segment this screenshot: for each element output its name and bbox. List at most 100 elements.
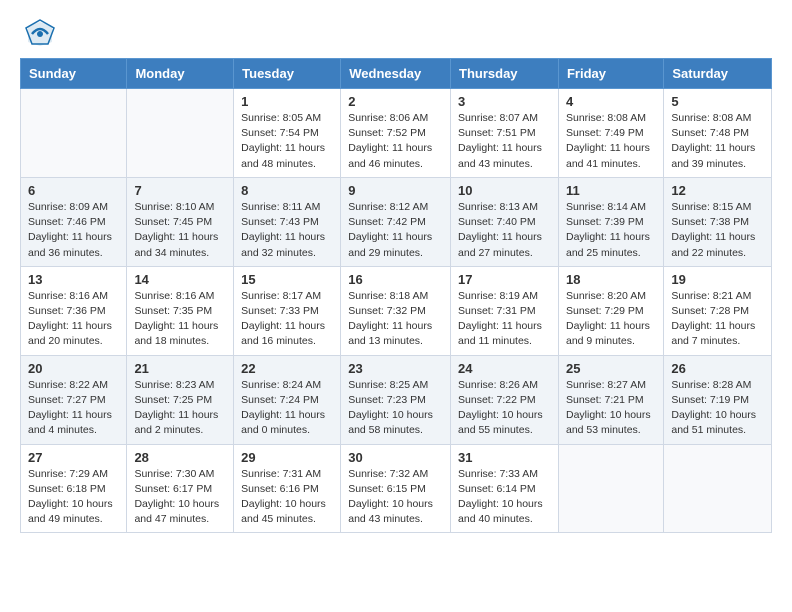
calendar-cell: 5 Sunrise: 8:08 AM Sunset: 7:48 PM Daylig… [664,89,772,178]
day-info: Sunrise: 7:32 AM Sunset: 6:15 PM Dayligh… [348,467,443,528]
calendar-cell: 28 Sunrise: 7:30 AM Sunset: 6:17 PM Dayli… [127,444,234,533]
day-number: 2 [348,94,443,109]
day-number: 25 [566,361,656,376]
calendar-cell: 6 Sunrise: 8:09 AM Sunset: 7:46 PM Daylig… [21,177,127,266]
calendar-cell: 26Sunrise: 8:28 AM Sunset: 7:19 PM Dayli… [664,355,772,444]
weekday-header-wednesday: Wednesday [341,59,451,89]
day-info: Sunrise: 8:25 AM Sunset: 7:23 PM Dayligh… [348,378,443,439]
day-number: 9 [348,183,443,198]
calendar-cell: 18Sunrise: 8:20 AM Sunset: 7:29 PM Dayli… [558,266,663,355]
day-number: 13 [28,272,119,287]
day-number: 21 [134,361,226,376]
calendar-week-row: 20 Sunrise: 8:22 AM Sunset: 7:27 PM Dayli… [21,355,772,444]
calendar-cell: 13 Sunrise: 8:16 AM Sunset: 7:36 PM Dayli… [21,266,127,355]
weekday-header-monday: Monday [127,59,234,89]
day-info: Sunrise: 8:05 AM Sunset: 7:54 PM Dayligh… [241,111,333,172]
calendar-week-row: 13 Sunrise: 8:16 AM Sunset: 7:36 PM Dayli… [21,266,772,355]
calendar-week-row: 6 Sunrise: 8:09 AM Sunset: 7:46 PM Daylig… [21,177,772,266]
page-header [0,0,792,58]
day-info: Sunrise: 8:18 AM Sunset: 7:32 PM Dayligh… [348,289,443,350]
day-number: 29 [241,450,333,465]
calendar-cell [21,89,127,178]
calendar-cell: 11 Sunrise: 8:14 AM Sunset: 7:39 PM Dayli… [558,177,663,266]
day-info: Sunrise: 8:16 AM Sunset: 7:35 PM Dayligh… [134,289,226,350]
day-info: Sunrise: 8:16 AM Sunset: 7:36 PM Dayligh… [28,289,119,350]
calendar-cell: 25 Sunrise: 8:27 AM Sunset: 7:21 PM Dayli… [558,355,663,444]
calendar-cell: 4 Sunrise: 8:08 AM Sunset: 7:49 PM Daylig… [558,89,663,178]
day-number: 24 [458,361,551,376]
day-number: 14 [134,272,226,287]
calendar-wrapper: SundayMondayTuesdayWednesdayThursdayFrid… [0,58,792,543]
calendar-cell [558,444,663,533]
day-info: Sunrise: 7:33 AM Sunset: 6:14 PM Dayligh… [458,467,551,528]
calendar-cell: 14 Sunrise: 8:16 AM Sunset: 7:35 PM Dayli… [127,266,234,355]
day-info: Sunrise: 7:30 AM Sunset: 6:17 PM Dayligh… [134,467,226,528]
calendar-cell: 19Sunrise: 8:21 AM Sunset: 7:28 PM Dayli… [664,266,772,355]
calendar-cell: 24Sunrise: 8:26 AM Sunset: 7:22 PM Dayli… [451,355,559,444]
day-info: Sunrise: 7:29 AM Sunset: 6:18 PM Dayligh… [28,467,119,528]
weekday-header-row: SundayMondayTuesdayWednesdayThursdayFrid… [21,59,772,89]
calendar-cell: 15 Sunrise: 8:17 AM Sunset: 7:33 PM Dayli… [234,266,341,355]
calendar-table: SundayMondayTuesdayWednesdayThursdayFrid… [20,58,772,533]
day-number: 5 [671,94,764,109]
day-number: 31 [458,450,551,465]
day-number: 27 [28,450,119,465]
day-info: Sunrise: 8:22 AM Sunset: 7:27 PM Dayligh… [28,378,119,439]
calendar-week-row: 1 Sunrise: 8:05 AM Sunset: 7:54 PM Daylig… [21,89,772,178]
calendar-cell: 22 Sunrise: 8:24 AM Sunset: 7:24 PM Dayli… [234,355,341,444]
calendar-cell [664,444,772,533]
weekday-header-sunday: Sunday [21,59,127,89]
day-info: Sunrise: 8:12 AM Sunset: 7:42 PM Dayligh… [348,200,443,261]
calendar-cell: 20 Sunrise: 8:22 AM Sunset: 7:27 PM Dayli… [21,355,127,444]
day-number: 20 [28,361,119,376]
calendar-cell: 1 Sunrise: 8:05 AM Sunset: 7:54 PM Daylig… [234,89,341,178]
calendar-cell: 21 Sunrise: 8:23 AM Sunset: 7:25 PM Dayli… [127,355,234,444]
day-number: 10 [458,183,551,198]
calendar-week-row: 27 Sunrise: 7:29 AM Sunset: 6:18 PM Dayli… [21,444,772,533]
day-info: Sunrise: 8:23 AM Sunset: 7:25 PM Dayligh… [134,378,226,439]
day-info: Sunrise: 8:13 AM Sunset: 7:40 PM Dayligh… [458,200,551,261]
day-number: 1 [241,94,333,109]
day-info: Sunrise: 8:17 AM Sunset: 7:33 PM Dayligh… [241,289,333,350]
weekday-header-thursday: Thursday [451,59,559,89]
day-number: 26 [671,361,764,376]
day-info: Sunrise: 8:07 AM Sunset: 7:51 PM Dayligh… [458,111,551,172]
calendar-cell: 3 Sunrise: 8:07 AM Sunset: 7:51 PM Daylig… [451,89,559,178]
day-number: 3 [458,94,551,109]
day-info: Sunrise: 8:24 AM Sunset: 7:24 PM Dayligh… [241,378,333,439]
calendar-cell: 16 Sunrise: 8:18 AM Sunset: 7:32 PM Dayli… [341,266,451,355]
day-number: 8 [241,183,333,198]
day-info: Sunrise: 8:06 AM Sunset: 7:52 PM Dayligh… [348,111,443,172]
day-info: Sunrise: 8:08 AM Sunset: 7:49 PM Dayligh… [566,111,656,172]
day-number: 12 [671,183,764,198]
day-number: 23 [348,361,443,376]
weekday-header-tuesday: Tuesday [234,59,341,89]
calendar-cell: 8Sunrise: 8:11 AM Sunset: 7:43 PM Daylig… [234,177,341,266]
day-number: 15 [241,272,333,287]
calendar-cell: 7Sunrise: 8:10 AM Sunset: 7:45 PM Daylig… [127,177,234,266]
day-number: 6 [28,183,119,198]
calendar-cell: 27 Sunrise: 7:29 AM Sunset: 6:18 PM Dayli… [21,444,127,533]
calendar-cell: 23 Sunrise: 8:25 AM Sunset: 7:23 PM Dayli… [341,355,451,444]
day-number: 4 [566,94,656,109]
day-number: 18 [566,272,656,287]
calendar-cell: 30Sunrise: 7:32 AM Sunset: 6:15 PM Dayli… [341,444,451,533]
day-number: 7 [134,183,226,198]
day-info: Sunrise: 7:31 AM Sunset: 6:16 PM Dayligh… [241,467,333,528]
day-number: 16 [348,272,443,287]
calendar-cell: 12Sunrise: 8:15 AM Sunset: 7:38 PM Dayli… [664,177,772,266]
calendar-cell [127,89,234,178]
calendar-cell: 31 Sunrise: 7:33 AM Sunset: 6:14 PM Dayli… [451,444,559,533]
day-info: Sunrise: 8:14 AM Sunset: 7:39 PM Dayligh… [566,200,656,261]
day-info: Sunrise: 8:09 AM Sunset: 7:46 PM Dayligh… [28,200,119,261]
logo-icon [24,18,56,50]
calendar-cell: 10 Sunrise: 8:13 AM Sunset: 7:40 PM Dayli… [451,177,559,266]
logo [24,18,59,50]
day-number: 22 [241,361,333,376]
day-info: Sunrise: 8:19 AM Sunset: 7:31 PM Dayligh… [458,289,551,350]
day-number: 28 [134,450,226,465]
calendar-cell: 17Sunrise: 8:19 AM Sunset: 7:31 PM Dayli… [451,266,559,355]
day-number: 11 [566,183,656,198]
day-info: Sunrise: 8:27 AM Sunset: 7:21 PM Dayligh… [566,378,656,439]
day-info: Sunrise: 8:08 AM Sunset: 7:48 PM Dayligh… [671,111,764,172]
